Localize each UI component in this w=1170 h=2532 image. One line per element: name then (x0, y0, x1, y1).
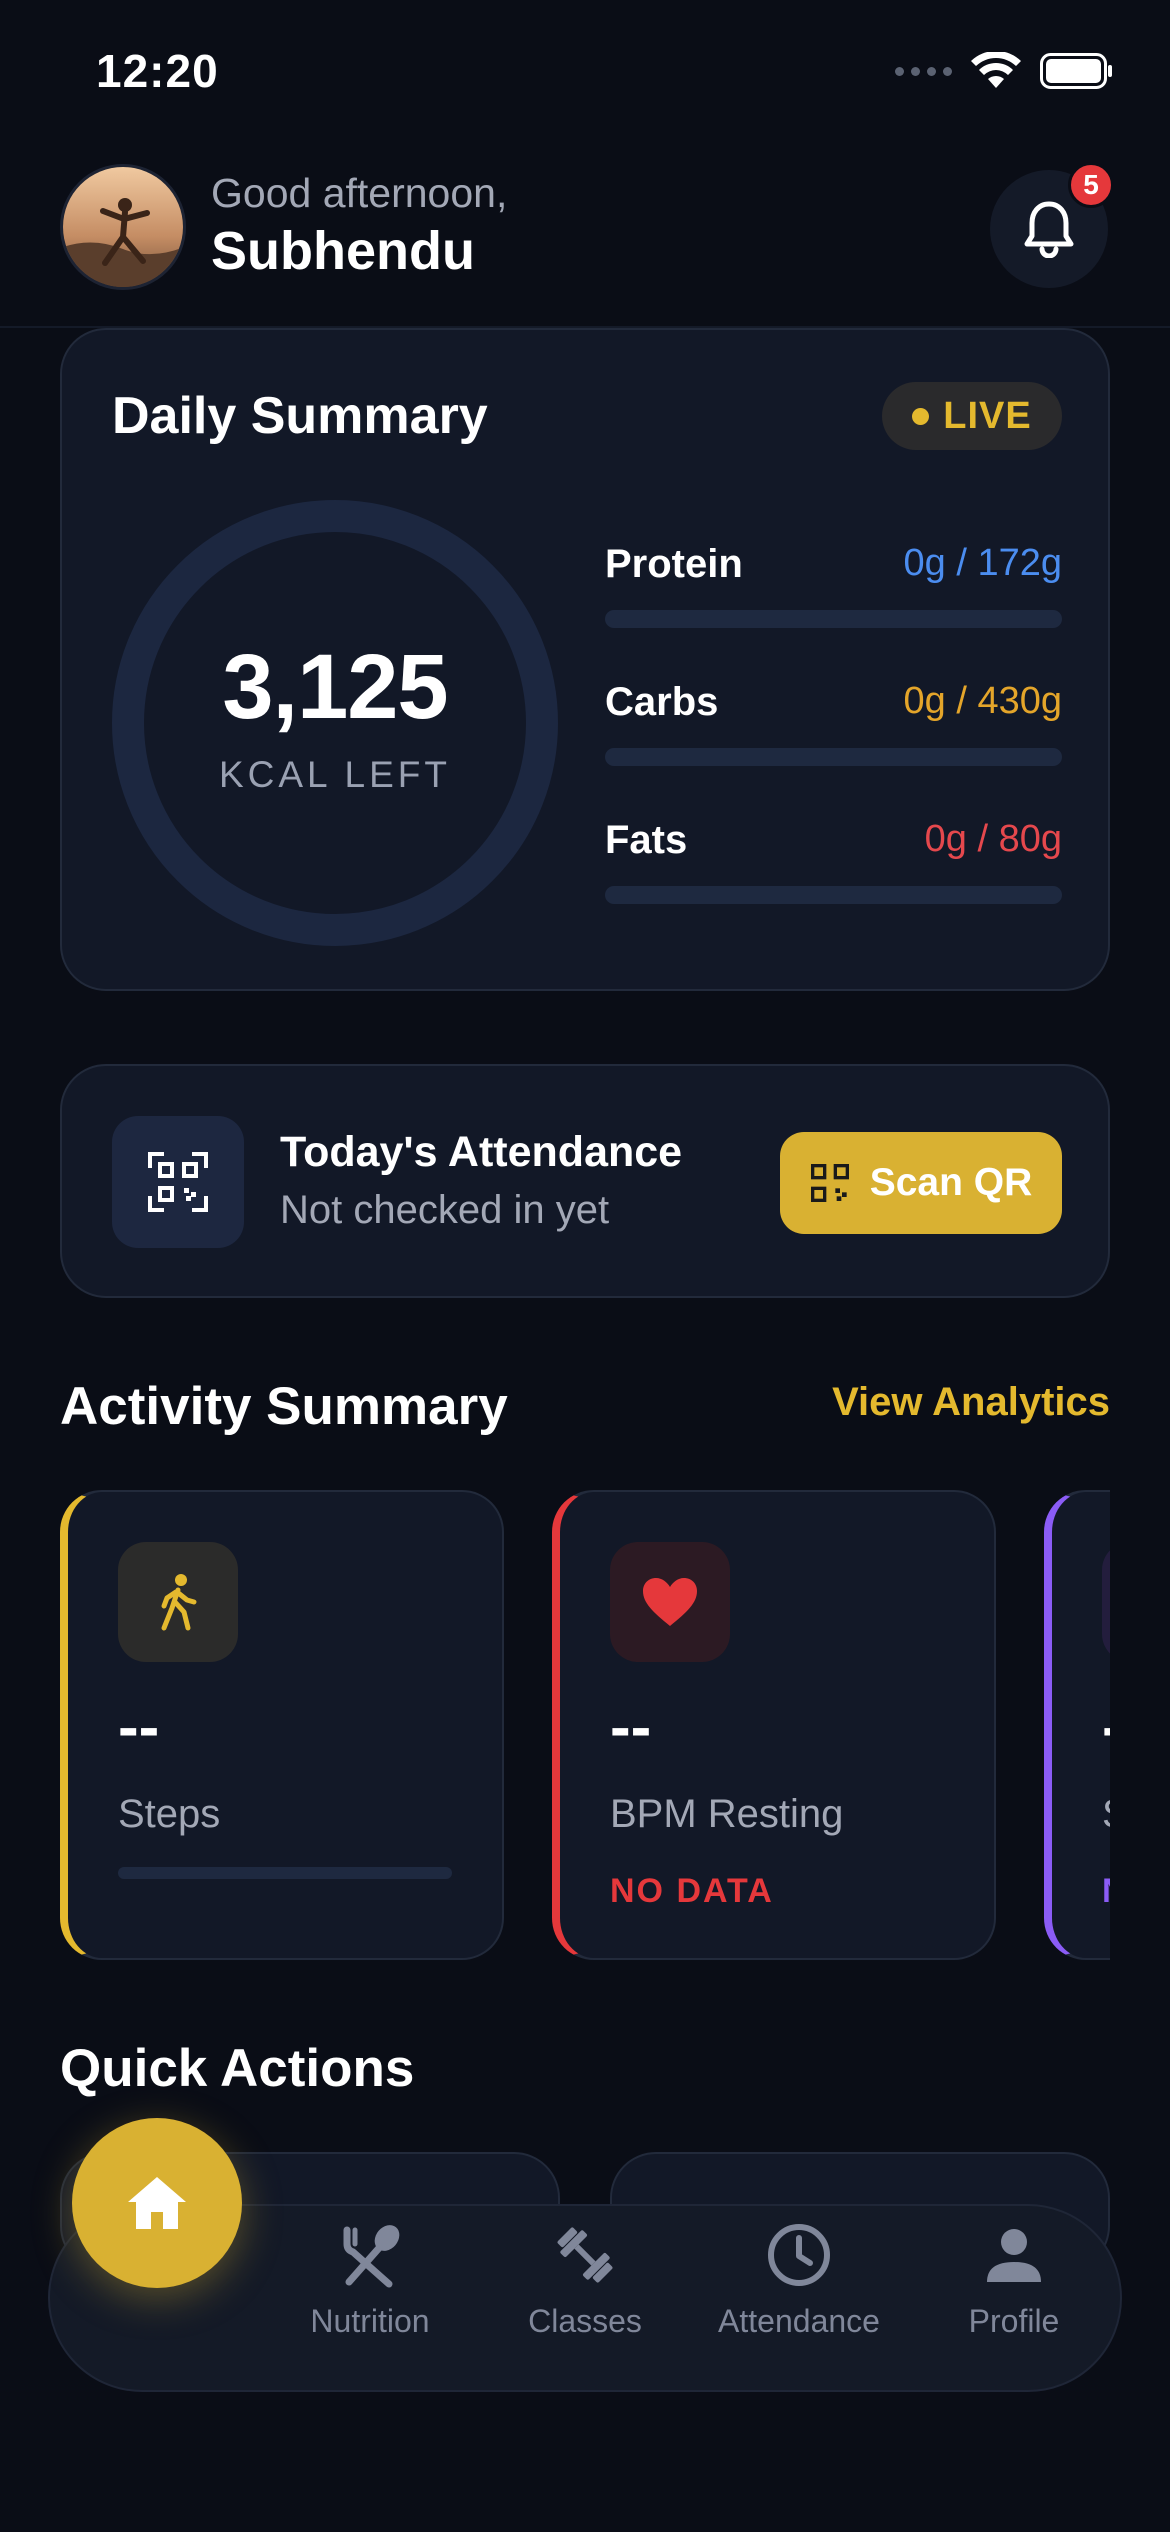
avatar[interactable] (60, 164, 186, 290)
nav-nutrition[interactable]: Nutrition (275, 2222, 465, 2340)
live-dot-icon (912, 407, 930, 425)
nav-attendance-label: Attendance (718, 2303, 880, 2339)
activity-card-third[interactable]: - S N (1044, 1490, 1110, 1960)
heart-rate-tile (610, 1542, 730, 1662)
person-icon (987, 2229, 1041, 2282)
status-indicators (895, 52, 1114, 90)
status-time: 12:20 (96, 45, 219, 97)
bell-icon (1024, 201, 1074, 258)
activity-summary-title: Activity Summary (60, 1377, 508, 1436)
heart-icon (643, 1578, 697, 1626)
nav-profile-label: Profile (968, 2303, 1060, 2339)
daily-summary-title: Daily Summary (112, 387, 488, 445)
third-status: N (1102, 1872, 1110, 1911)
nav-classes-label: Classes (528, 2303, 642, 2339)
walking-icon (161, 1574, 197, 1631)
qr-scan-icon (810, 1164, 849, 1202)
scan-qr-button[interactable]: Scan QR (780, 1132, 1062, 1234)
home-icon (128, 2177, 186, 2229)
steps-value: -- (118, 1693, 160, 1762)
quick-actions-title: Quick Actions (60, 2039, 415, 2098)
attendance-status: Not checked in yet (280, 1188, 610, 1232)
third-label: S (1102, 1792, 1110, 1837)
greeting-text: Good afternoon, (211, 170, 508, 216)
macro-name: Protein (605, 542, 743, 586)
calories-left-label: KCAL LEFT (218, 754, 452, 795)
macro-name: Fats (605, 818, 688, 862)
nav-attendance[interactable]: Attendance (704, 2222, 894, 2340)
attendance-title: Today's Attendance (280, 1128, 683, 1176)
macro-value: 0g / 430g (903, 680, 1062, 722)
activity-card-heart-rate[interactable]: -- BPM Resting NO DATA (552, 1490, 996, 1960)
nav-profile[interactable]: Profile (919, 2222, 1109, 2340)
activity-card-steps[interactable]: -- Steps (60, 1490, 504, 1960)
dumbbell-icon (557, 2227, 613, 2283)
nav-home-button[interactable] (72, 2118, 242, 2288)
live-label: LIVE (943, 394, 1032, 437)
macro-value: 0g / 172g (903, 542, 1062, 584)
bpm-label: BPM Resting (610, 1792, 844, 1836)
view-analytics-link[interactable]: View Analytics (832, 1380, 1110, 1425)
steps-label: Steps (118, 1792, 221, 1836)
user-name: Subhendu (211, 221, 475, 281)
notification-badge: 5 (1068, 162, 1114, 208)
fork-spoon-icon (343, 2225, 400, 2288)
calories-left-value: 3,125 (222, 636, 448, 738)
clock-icon (768, 2224, 830, 2286)
steps-progress-bar (118, 1867, 452, 1879)
cellular-signal-icon (895, 66, 952, 76)
third-value: - (1102, 1692, 1110, 1763)
macro-name: Carbs (605, 680, 719, 724)
home-screen: 12:20 Good afternoon, Subhendu 5 Daily S… (0, 0, 1170, 2532)
nav-classes[interactable]: Classes (490, 2222, 680, 2340)
macro-value: 0g / 80g (924, 818, 1062, 860)
macro-progress-bar (605, 610, 1062, 628)
bpm-value: -- (610, 1693, 652, 1762)
battery-icon (1040, 53, 1112, 89)
attendance-card: Today's Attendance Not checked in yet Sc… (60, 1064, 1110, 1298)
bpm-status: NO DATA (610, 1872, 774, 1910)
macro-progress-bar (605, 748, 1062, 766)
qr-tile (112, 1116, 244, 1248)
qr-code-icon (148, 1152, 208, 1212)
macro-progress-bar (605, 886, 1062, 904)
live-badge: LIVE (882, 382, 1062, 450)
app-header: Good afternoon, Subhendu (0, 160, 1170, 328)
scan-qr-label: Scan QR (869, 1161, 1033, 1204)
third-tile (1102, 1542, 1110, 1662)
daily-summary-card: Daily Summary LIVE 3,125 KCAL LEFT Prote… (60, 328, 1110, 991)
wifi-icon (971, 52, 1021, 88)
avatar-photo (63, 167, 183, 287)
activity-carousel[interactable]: -- Steps -- BPM Resting NO DATA - S N (60, 1490, 1110, 1962)
nav-nutrition-label: Nutrition (310, 2303, 430, 2339)
steps-tile (118, 1542, 238, 1662)
